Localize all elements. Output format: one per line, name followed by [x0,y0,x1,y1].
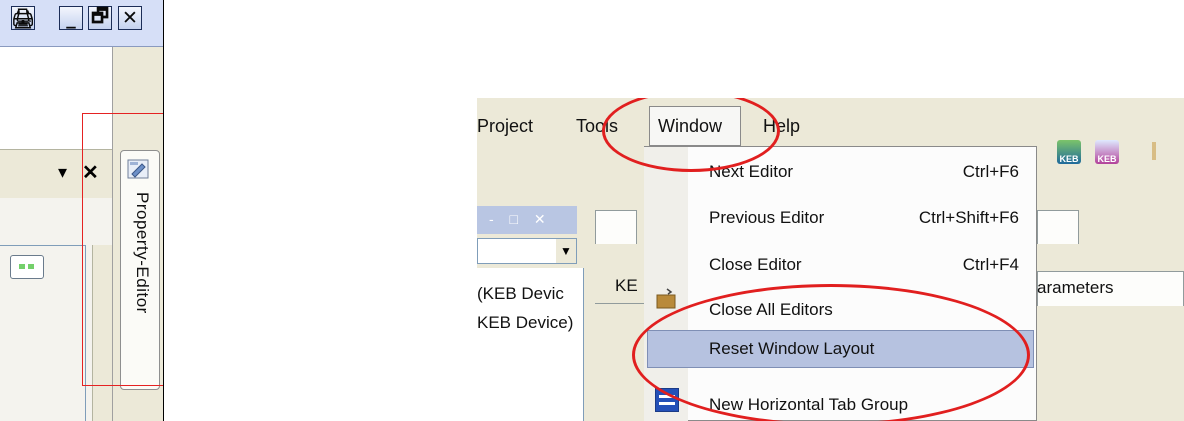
menu-item-previous-editor[interactable]: Previous Editor [709,208,824,228]
device-list-item[interactable]: (KEB Devic [477,284,564,304]
shortcut-close-editor: Ctrl+F4 [962,255,1019,274]
menu-item-close-editor[interactable]: Close Editor [709,255,802,275]
close-all-icon [656,288,676,309]
shortcut-next-editor: Ctrl+F6 [962,162,1019,181]
panel-titlebar: - □ ✕ [477,206,577,234]
device-list-item[interactable]: KEB Device) [477,313,573,333]
chevron-down-icon[interactable]: ▾ [58,162,67,183]
inner-tab-keb[interactable]: KE [615,276,638,296]
panel-window-controls[interactable]: - □ ✕ [489,211,552,228]
annotation-ellipse-reset-layout [632,284,1030,421]
annotation-rectangle [82,113,163,386]
parameters-tab-label: arameters [1037,278,1114,297]
green-indicator-icon [28,264,34,269]
toggle-control[interactable] [10,255,44,279]
restore-button[interactable]: 🗗 [88,5,112,30]
close-button[interactable]: ✕ [118,6,142,30]
green-indicator-icon [19,264,25,269]
left-window-panel: 🖨 _ 🗗 ✕ ▾ ✕ Property-Editor [0,0,164,421]
right-window-panel: Project Tools Window Help KEB KEB - □ ✕ … [477,98,1184,421]
chevron-down-icon[interactable]: ▼ [556,239,576,263]
editor-tab[interactable] [595,210,637,245]
keb-connect-icon[interactable]: KEB [1095,140,1119,164]
editor-tab[interactable] [1037,210,1079,245]
shortcut-previous-editor: Ctrl+Shift+F6 [918,208,1019,227]
minimize-button[interactable]: _ [59,6,83,30]
keb-device-icon[interactable]: KEB [1057,140,1081,164]
print-icon-button[interactable]: 🖨 [11,6,35,30]
toolbar-separator [1152,142,1156,160]
menu-project[interactable]: Project [477,116,533,137]
